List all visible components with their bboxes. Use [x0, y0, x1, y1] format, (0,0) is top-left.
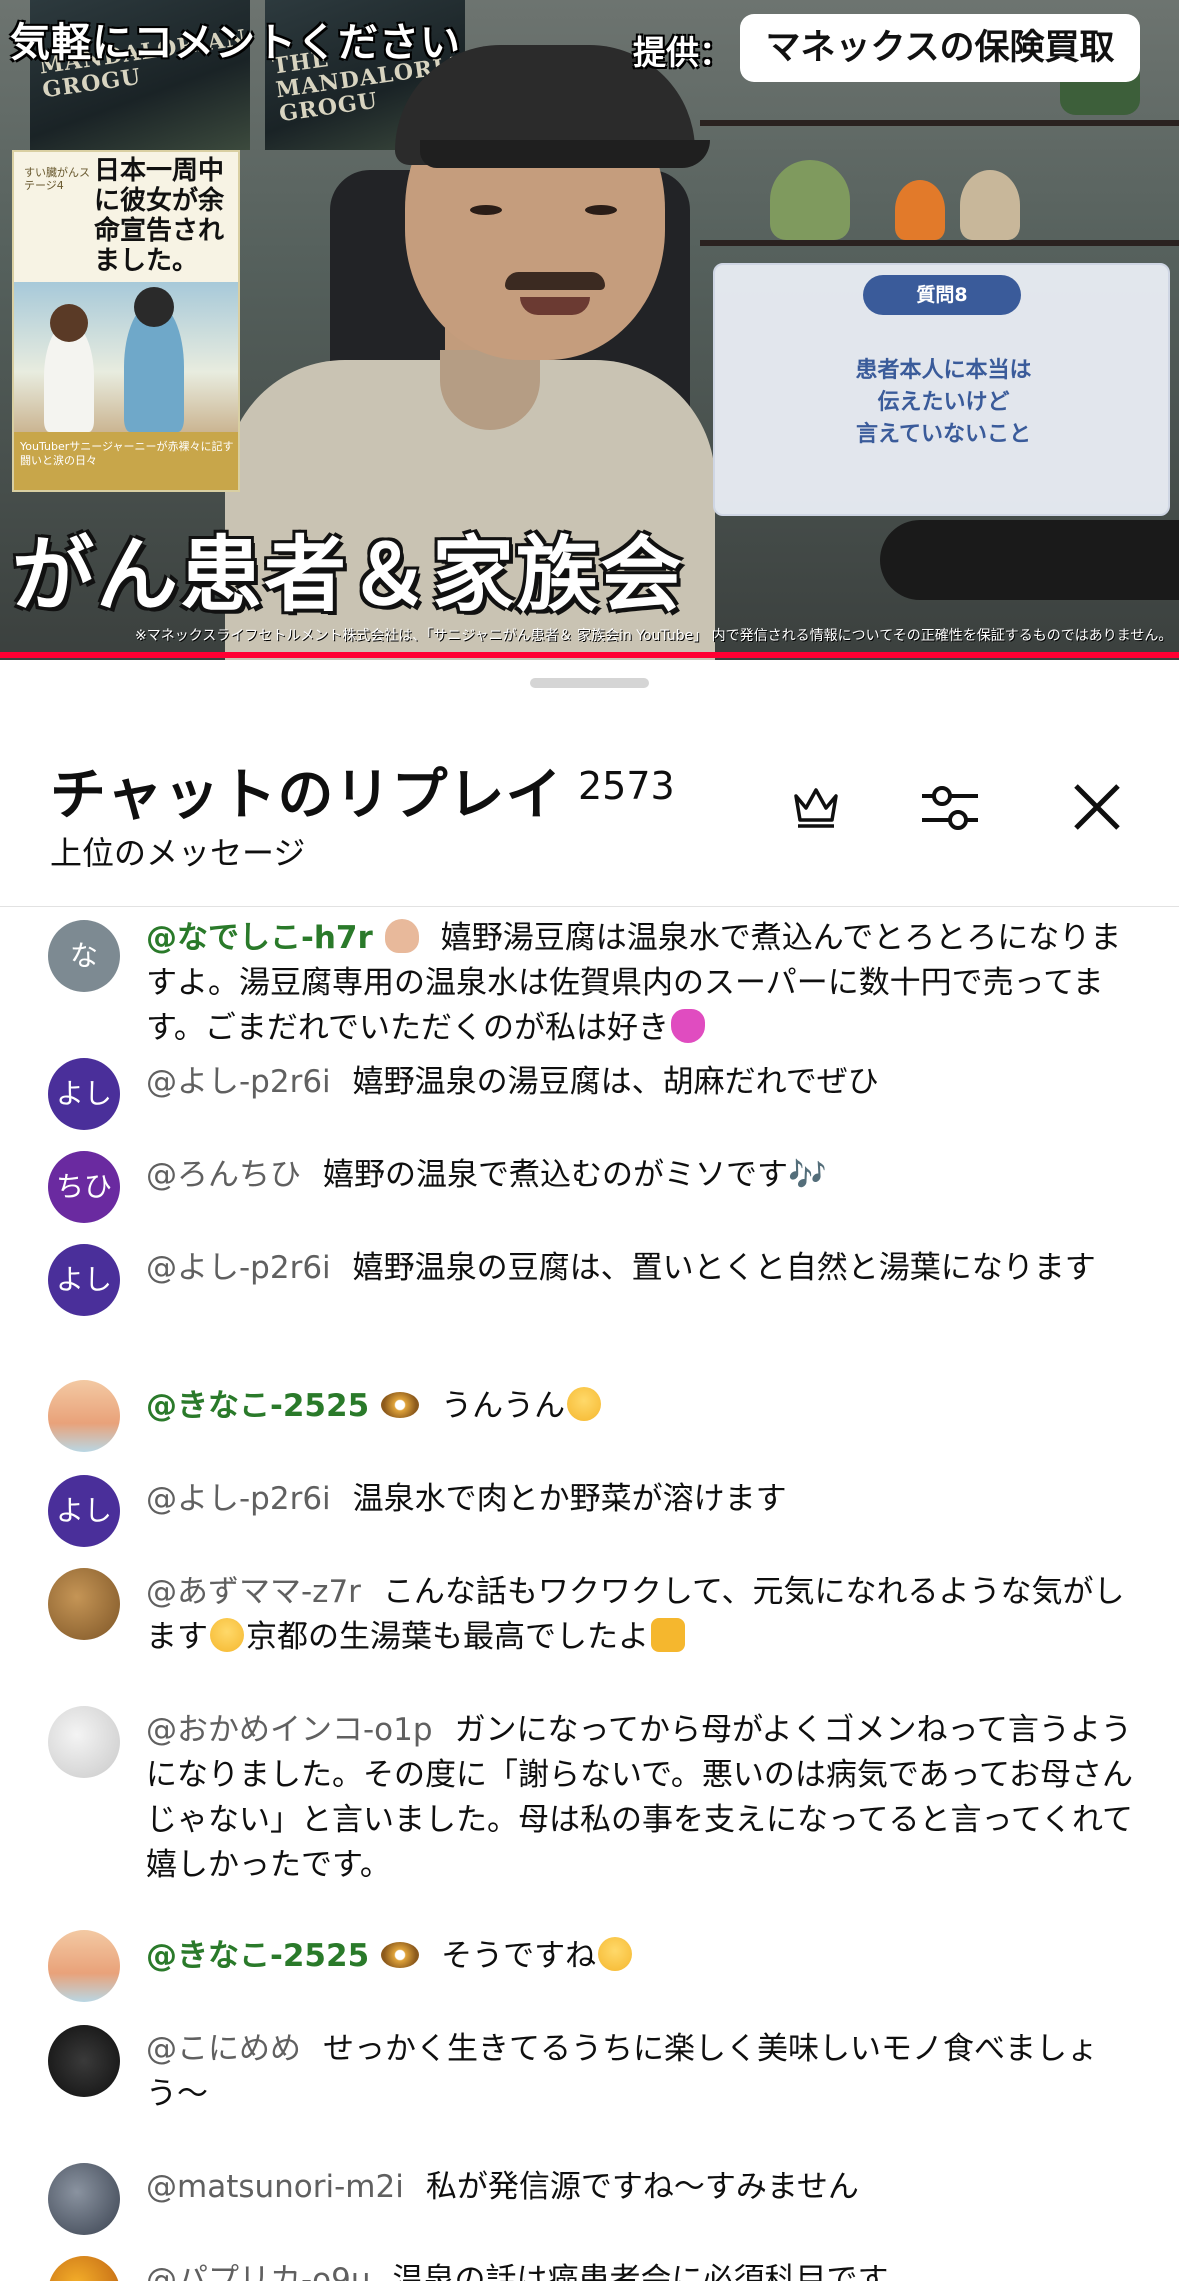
chat-count: 2573	[578, 764, 675, 808]
shelf	[700, 120, 1179, 126]
person-cap-bill	[420, 140, 710, 168]
avatar[interactable]: よし	[48, 1058, 120, 1130]
chat-title: チャットのリプレイ	[50, 763, 563, 828]
message-body: @きなこ-2525 うんうん	[146, 1384, 1136, 1429]
avatar-initials: な	[69, 939, 98, 972]
person-mustache	[505, 272, 605, 290]
message-body: @よし-p2r6i 嬉野温泉の湯豆腐は、胡麻だれでぜひ	[146, 1060, 1136, 1105]
message-text: 嬉野温泉の湯豆腐は、胡麻だれでぜひ	[352, 1064, 879, 1100]
message-body: @matsunori-m2i 私が発信源ですね〜すみません	[146, 2165, 1136, 2210]
member-badge-icon	[381, 1942, 420, 1968]
message-body: @きなこ-2525 そうですね	[146, 1934, 1136, 1979]
message-body: @なでしこ-h7r 嬉野湯豆腐は温泉水で煮込んでとろとろになりますよ。湯豆腐専用の…	[146, 916, 1136, 1051]
avatar[interactable]	[48, 1380, 120, 1452]
question-line: 患者本人に本当は	[855, 358, 1032, 383]
message-text: 私が発信源ですね〜すみません	[425, 2169, 859, 2205]
drag-handle[interactable]	[530, 678, 649, 688]
message-body: @パプリカ-o9u 温泉の話は癌患者会に必須科目です。	[146, 2258, 1136, 2281]
message-body: @おかめインコ-o1p ガンになってから母がよくゴメンねって言うようになりました。…	[146, 1708, 1136, 1888]
toy-figure	[895, 180, 945, 240]
author-name[interactable]: @きなこ-2525	[146, 1388, 369, 1424]
avatar[interactable]	[48, 2025, 120, 2097]
book-title: 日本一周中に彼女が余命宣告されました。	[94, 156, 225, 276]
avatar[interactable]: ちひ	[48, 1151, 120, 1223]
message-body: @よし-p2r6i 嬉野温泉の豆腐は、置いとくと自然と湯葉になります	[146, 1246, 1136, 1291]
avatar[interactable]: よし	[48, 1475, 120, 1547]
author-name[interactable]: @きなこ-2525	[146, 1938, 369, 1974]
author-name[interactable]: @なでしこ-h7r	[146, 920, 373, 956]
author-name[interactable]: @あずママ-z7r	[146, 1574, 361, 1610]
author-name[interactable]: @よし-p2r6i	[146, 1250, 331, 1286]
shelf	[700, 240, 1179, 246]
avatar[interactable]: な	[48, 920, 120, 992]
author-name[interactable]: @こにめめ	[146, 2031, 301, 2067]
avatar-initials: ちひ	[55, 1170, 112, 1203]
sponsor-name: マネックスの保険買取	[740, 14, 1140, 82]
music-notes-emoji: 🎶	[788, 1157, 827, 1193]
question-text: 患者本人に本当は 伝えたいけど 言えていないこと	[735, 355, 1152, 451]
video-title-overlay: がん患者＆家族会	[12, 528, 685, 623]
author-name[interactable]: @ろんちひ	[146, 1157, 301, 1193]
thumbs-up-emoji-icon	[651, 1618, 685, 1652]
book-cover: すい臓がんステージ4 日本一周中に彼女が余命宣告されました。 YouTuberサ…	[12, 150, 240, 492]
message-body: @あずママ-z7r こんな話もワクワクして、元気になれるような気がします 京都の生湯…	[146, 1570, 1136, 1660]
chat-replay-sheet: チャットのリプレイ 2573 上位のメッセージ な @なでしこ-h7r 嬉野湯豆腐…	[0, 660, 1179, 2281]
smile-emoji-icon	[567, 1387, 602, 1421]
message-text: 嬉野の温泉で煮込むのがミソです	[323, 1157, 788, 1193]
person-eye	[585, 205, 617, 215]
toy-figure	[770, 160, 850, 240]
progress-bar[interactable]	[0, 652, 1179, 658]
microphone	[880, 520, 1179, 600]
avatar[interactable]	[48, 1930, 120, 2002]
question-badge: 質問8	[863, 275, 1021, 315]
toy-figure	[960, 170, 1020, 240]
avatar[interactable]	[48, 1568, 120, 1640]
author-name[interactable]: @よし-p2r6i	[146, 1481, 331, 1517]
question-line: 言えていないこと	[856, 422, 1031, 447]
author-name[interactable]: @パプリカ-o9u	[146, 2262, 371, 2281]
avatar-initials: よし	[55, 1494, 112, 1527]
close-icon[interactable]	[1068, 778, 1126, 836]
avatar[interactable]	[48, 1706, 120, 1778]
disclaimer: ※マネックスライフセトルメント株式会社は、「サニジャニがん患者＆ 家族会in Y…	[135, 628, 1173, 644]
person-mouth	[520, 297, 590, 315]
message-text: 嬉野温泉の豆腐は、置いとくと自然と湯葉になります	[352, 1250, 1096, 1286]
book-photo	[14, 282, 238, 432]
avatar[interactable]	[48, 2256, 120, 2281]
smile-emoji-icon	[598, 1937, 633, 1971]
avatar[interactable]: よし	[48, 1244, 120, 1316]
chat-filter-selector[interactable]: 上位のメッセージ	[50, 828, 305, 874]
book-band-text: YouTuberサニージャーニーが赤裸々に記す闘いと涙の日々	[20, 440, 234, 467]
message-text: 温泉の話は癌患者会に必須科目です。	[392, 2262, 917, 2281]
message-text: 京都の生湯葉も最高でしたよ	[246, 1619, 649, 1655]
message-text: うんうん	[441, 1388, 566, 1424]
avatar-initials: よし	[55, 1077, 112, 1110]
avatar[interactable]	[48, 2163, 120, 2235]
author-name[interactable]: @よし-p2r6i	[146, 1064, 331, 1100]
comment-prompt: 気軽にコメントください	[10, 20, 461, 66]
video-player[interactable]: MANDALORIAN GROGU THE MANDALORIAN GROGU …	[0, 0, 1179, 660]
message-body: @よし-p2r6i 温泉水で肉とか野菜が溶けます	[146, 1477, 1136, 1522]
author-name[interactable]: @おかめインコ-o1p	[146, 1712, 433, 1748]
message-text: 温泉水で肉とか野菜が溶けます	[352, 1481, 787, 1517]
question-panel: 質問8 患者本人に本当は 伝えたいけど 言えていないこと	[713, 263, 1170, 516]
message-body: @ろんちひ 嬉野の温泉で煮込むのがミソです🎶	[146, 1153, 1136, 1198]
grin-emoji-icon	[210, 1618, 244, 1652]
tune-icon[interactable]	[920, 778, 980, 838]
member-badge-icon	[384, 919, 419, 953]
heart-emoji-icon	[670, 1009, 705, 1043]
divider	[0, 906, 1179, 907]
book-subtitle: すい臓がんステージ4	[24, 166, 90, 192]
author-name[interactable]: @matsunori-m2i	[146, 2169, 404, 2205]
person-eye	[470, 205, 502, 215]
message-body: @こにめめ せっかく生きてるうちに楽しく美味しいモノ食べましょう〜	[146, 2027, 1136, 2117]
message-text: そうですね	[441, 1938, 597, 1974]
member-badge-icon	[381, 1392, 420, 1418]
crown-icon[interactable]	[790, 782, 842, 830]
question-line: 伝えたいけど	[877, 390, 1010, 415]
sponsor-label: 提供：	[633, 33, 732, 72]
avatar-initials: よし	[55, 1263, 112, 1296]
